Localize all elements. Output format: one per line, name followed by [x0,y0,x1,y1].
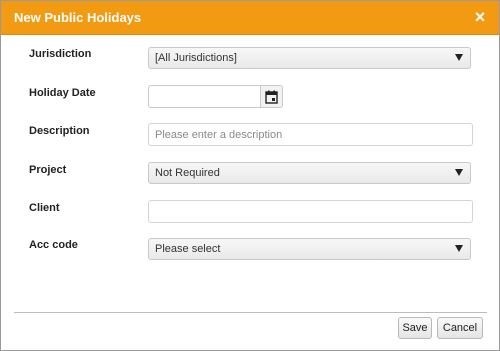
acc-code-label: Acc code [29,239,78,251]
chevron-down-icon [455,169,463,176]
project-label: Project [29,164,67,176]
calendar-icon [265,90,278,104]
calendar-button[interactable] [260,85,283,108]
client-label: Client [29,202,60,214]
holiday-date-input[interactable] [148,85,260,108]
acc-code-select[interactable]: Please select [148,238,471,260]
chevron-down-icon [455,245,463,252]
footer-divider [14,312,487,313]
jurisdiction-selected-value: [All Jurisdictions] [155,52,237,64]
jurisdiction-select[interactable]: [All Jurisdictions] [148,47,471,69]
holiday-date-label: Holiday Date [29,87,96,99]
new-public-holidays-dialog: New Public Holidays × Jurisdiction [All … [0,0,500,351]
dialog-titlebar: New Public Holidays × [1,1,499,35]
dialog-title: New Public Holidays [14,10,142,25]
description-label: Description [29,125,90,137]
close-icon[interactable]: × [471,7,489,27]
save-button[interactable]: Save [398,317,432,339]
description-input[interactable] [148,123,473,146]
project-select[interactable]: Not Required [148,162,471,184]
client-input[interactable] [148,200,473,223]
cancel-button[interactable]: Cancel [437,317,483,339]
acc-code-selected-value: Please select [155,243,221,255]
project-selected-value: Not Required [155,167,220,179]
chevron-down-icon [455,54,463,61]
jurisdiction-label: Jurisdiction [29,48,92,60]
